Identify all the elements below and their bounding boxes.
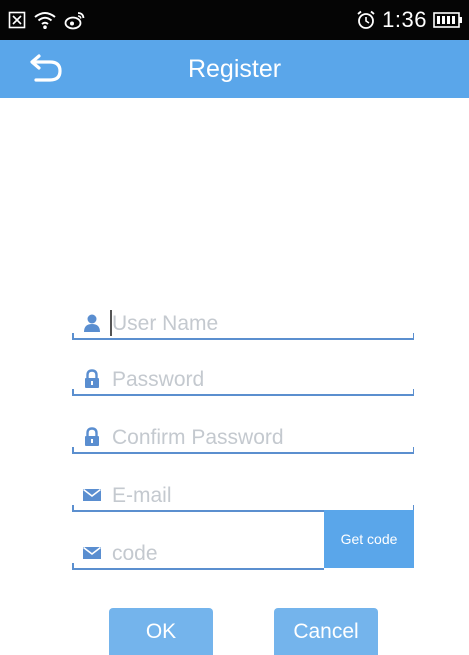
close-box-icon [8, 11, 26, 29]
status-icons-right: 1:36 [356, 7, 463, 32]
lock-icon [85, 369, 99, 388]
battery-icon [433, 12, 462, 28]
back-arrow-icon [30, 54, 62, 82]
confirm-password-placeholder: Confirm Password [112, 426, 284, 449]
wifi-icon [34, 12, 56, 29]
cancel-button[interactable]: Cancel [274, 608, 378, 655]
status-bar: 1:36 [0, 0, 469, 40]
app-bar: Register [0, 40, 469, 98]
user-icon [84, 314, 100, 332]
field-underline [72, 394, 414, 396]
get-code-button[interactable]: Get code [324, 510, 414, 568]
status-icons-left [8, 8, 86, 32]
page-title: Register [187, 55, 282, 83]
email-field[interactable]: E-mail [72, 478, 414, 512]
confirm-password-field[interactable]: Confirm Password [72, 420, 414, 454]
envelope-icon [83, 546, 101, 559]
field-underline [72, 568, 324, 570]
weibo-icon [64, 12, 85, 30]
ok-button[interactable]: OK [109, 608, 213, 655]
password-field[interactable]: Password [72, 362, 414, 396]
field-underline [72, 452, 414, 454]
back-button[interactable] [22, 50, 70, 88]
envelope-icon [83, 488, 101, 501]
email-placeholder: E-mail [112, 484, 172, 507]
code-placeholder: code [112, 542, 158, 565]
username-field[interactable]: User Name [72, 306, 414, 340]
username-placeholder: User Name [112, 312, 219, 335]
code-field[interactable]: code [72, 536, 324, 570]
password-placeholder: Password [112, 368, 205, 391]
alarm-icon [357, 10, 375, 29]
status-time: 1:36 [382, 7, 427, 32]
lock-icon [85, 427, 99, 446]
field-underline [72, 338, 414, 340]
